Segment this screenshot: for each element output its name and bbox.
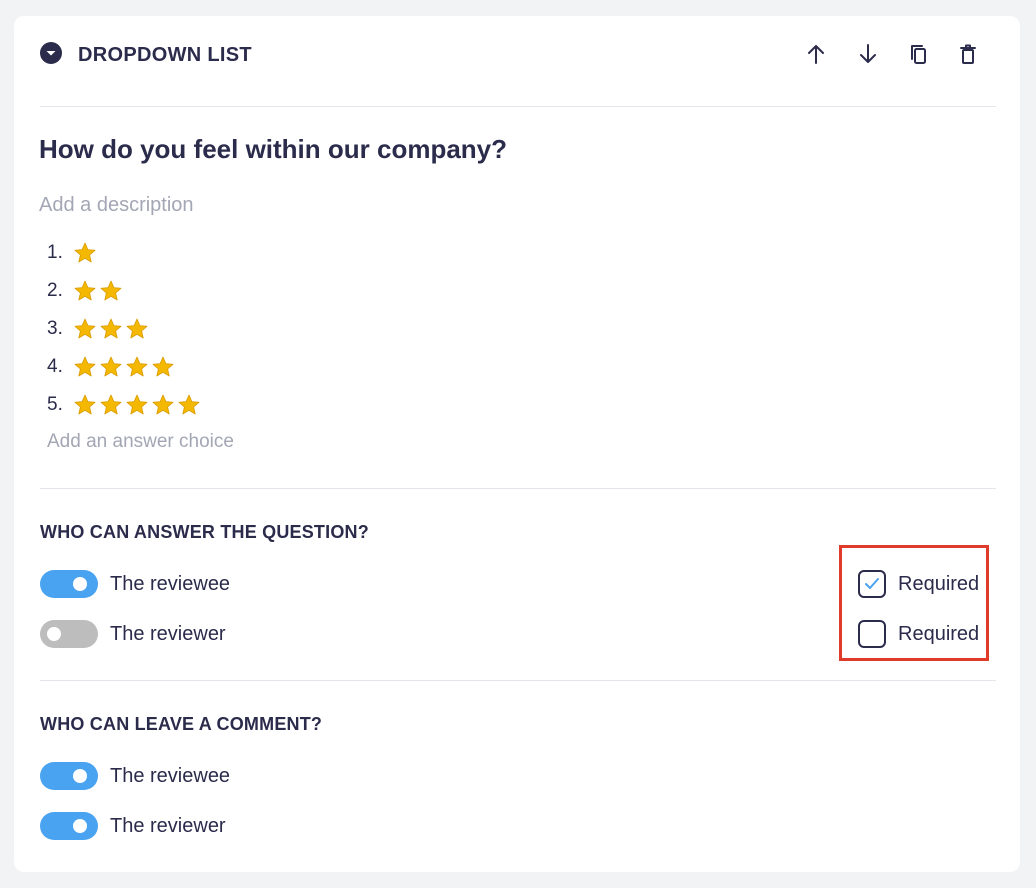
star-icon bbox=[100, 318, 122, 339]
question-type-title: DROPDOWN LIST bbox=[78, 44, 252, 66]
toggle-label: The reviewer bbox=[110, 622, 226, 645]
star-icon bbox=[126, 318, 148, 339]
toggle-knob bbox=[73, 577, 87, 591]
toggle-knob bbox=[73, 819, 87, 833]
chevron-circle-down-icon[interactable] bbox=[40, 42, 62, 64]
toggle-label: The reviewee bbox=[110, 572, 231, 595]
star-icon bbox=[74, 280, 96, 301]
answer-reviewee-toggle[interactable] bbox=[40, 570, 98, 598]
answer-choice[interactable]: 2. bbox=[47, 276, 447, 306]
star-icon bbox=[74, 394, 96, 415]
header-divider bbox=[40, 106, 996, 107]
answer-choice[interactable]: 3. bbox=[47, 314, 447, 344]
star-rating bbox=[73, 393, 201, 417]
comment-reviewee-row: The reviewee bbox=[40, 761, 440, 791]
required-reviewer-checkbox[interactable] bbox=[858, 620, 886, 648]
answer-reviewer-row: The reviewer bbox=[40, 619, 440, 649]
answer-choice[interactable]: 1. bbox=[47, 238, 447, 268]
toggle-knob bbox=[73, 769, 87, 783]
answer-choice[interactable]: 5. bbox=[47, 390, 447, 420]
star-rating bbox=[73, 355, 175, 379]
add-choice-input[interactable]: Add an answer choice bbox=[47, 430, 234, 454]
star-icon bbox=[126, 394, 148, 415]
required-reviewee-row: Required bbox=[858, 568, 998, 600]
copy-icon bbox=[911, 45, 926, 64]
star-icon bbox=[152, 356, 174, 377]
checkmark-icon bbox=[865, 578, 879, 589]
star-icon bbox=[126, 356, 148, 377]
choice-number: 5. bbox=[47, 394, 63, 415]
star-icon bbox=[74, 318, 96, 339]
description-input[interactable]: Add a description bbox=[39, 193, 194, 217]
star-icon bbox=[178, 394, 200, 415]
answer-reviewee-row: The reviewee bbox=[40, 569, 440, 599]
star-rating bbox=[73, 279, 123, 303]
star-icon bbox=[100, 394, 122, 415]
comment-reviewer-row: The reviewer bbox=[40, 811, 440, 841]
toggle-knob bbox=[47, 627, 61, 641]
arrow-up-icon bbox=[808, 45, 824, 64]
choice-number: 1. bbox=[47, 242, 63, 263]
comment-reviewee-toggle[interactable] bbox=[40, 762, 98, 790]
question-card: DROPDOWN LIST How do you feel within our… bbox=[14, 16, 1020, 872]
required-reviewee-checkbox[interactable] bbox=[858, 570, 886, 598]
delete-button[interactable] bbox=[954, 40, 982, 68]
star-icon bbox=[152, 394, 174, 415]
required-label: Required bbox=[898, 622, 980, 645]
star-icon bbox=[100, 280, 122, 301]
answer-reviewer-toggle[interactable] bbox=[40, 620, 98, 648]
star-rating bbox=[73, 241, 97, 265]
move-down-button[interactable] bbox=[854, 40, 882, 68]
star-icon bbox=[100, 356, 122, 377]
toggle-label: The reviewer bbox=[110, 814, 226, 837]
choice-number: 3. bbox=[47, 318, 63, 339]
duplicate-button[interactable] bbox=[904, 40, 932, 68]
section-divider bbox=[40, 680, 996, 681]
answer-section-title: WHO CAN ANSWER THE QUESTION? bbox=[40, 522, 369, 542]
comment-reviewer-toggle[interactable] bbox=[40, 812, 98, 840]
required-reviewer-row: Required bbox=[858, 618, 998, 650]
section-divider bbox=[40, 488, 996, 489]
choice-number: 4. bbox=[47, 356, 63, 377]
choice-number: 2. bbox=[47, 280, 63, 301]
star-icon bbox=[74, 242, 96, 263]
question-title[interactable]: How do you feel within our company? bbox=[39, 133, 507, 165]
answer-choice[interactable]: 4. bbox=[47, 352, 447, 382]
move-up-button[interactable] bbox=[802, 40, 830, 68]
star-rating bbox=[73, 317, 149, 341]
comment-section-title: WHO CAN LEAVE A COMMENT? bbox=[40, 714, 323, 734]
arrow-down-icon bbox=[860, 44, 876, 63]
toggle-label: The reviewee bbox=[110, 764, 231, 787]
required-label: Required bbox=[898, 572, 980, 595]
trash-icon bbox=[960, 44, 976, 64]
star-icon bbox=[74, 356, 96, 377]
